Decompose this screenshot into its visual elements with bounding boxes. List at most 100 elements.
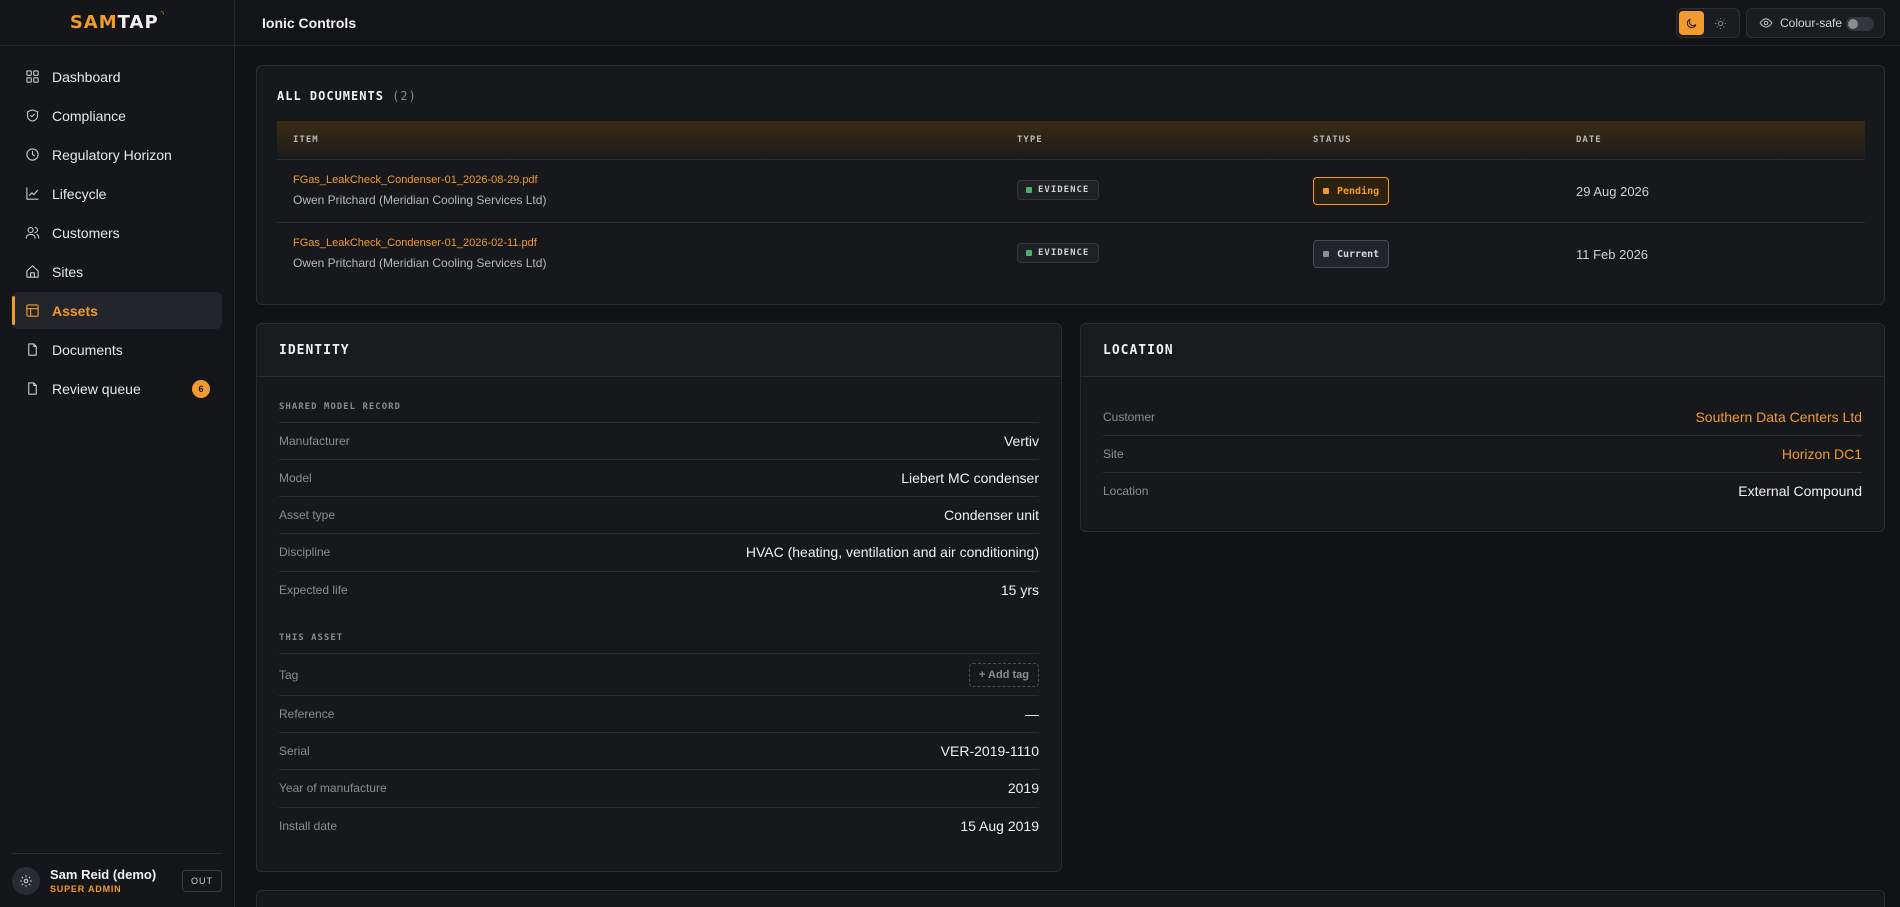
sidebar-item-label: Sites (52, 263, 84, 280)
sidebar-item-lifecycle[interactable]: Lifecycle (12, 175, 222, 212)
colour-safe-toggle[interactable]: Colour-safe (1746, 8, 1885, 38)
document-file-link[interactable]: FGas_LeakCheck_Condenser-01_2026-08-29.p… (293, 174, 538, 186)
layout-icon (26, 304, 39, 317)
location-row: Location External Compound (1103, 472, 1862, 509)
user-role: SUPER ADMIN (50, 884, 122, 894)
table-row[interactable]: FGas_LeakCheck_Condenser-01_2026-02-11.p… (277, 223, 1865, 286)
signal-icon: ◝ (160, 9, 165, 19)
site-row: Site Horizon DC1 (1103, 435, 1862, 472)
type-dot (1026, 187, 1032, 193)
next-card (256, 890, 1885, 907)
column-header-date[interactable]: DATE (1576, 135, 1602, 145)
sidebar-item-label: Documents (52, 341, 123, 358)
document-uploader: Owen Pritchard (Meridian Cooling Service… (293, 193, 547, 207)
manufacturer-row: Manufacturer Vertiv (279, 422, 1039, 459)
page-title: Ionic Controls (262, 14, 357, 31)
trend-icon (26, 187, 39, 200)
theme-toggle (1676, 8, 1740, 38)
year-row: Year of manufacture 2019 (279, 769, 1039, 806)
colour-safe-switch[interactable] (1846, 17, 1874, 31)
moon-icon (1686, 18, 1697, 28)
sidebar-item-label: Lifecycle (52, 185, 107, 202)
type-badge: EVIDENCE (1017, 243, 1100, 263)
sun-icon (1715, 17, 1726, 29)
home-icon (26, 265, 39, 278)
type-dot (1026, 250, 1032, 256)
identity-header: IDENTITY (257, 324, 1061, 377)
asset-type-row: Asset type Condenser unit (279, 496, 1039, 533)
sidebar-item-documents[interactable]: Documents (12, 331, 222, 368)
eye-icon (1759, 18, 1773, 28)
sidebar-item-label: Compliance (52, 107, 126, 124)
serial-row: Serial VER-2019-1110 (279, 732, 1039, 769)
light-mode-button[interactable] (1708, 11, 1733, 35)
sidebar-item-review-queue[interactable]: Review queue 6 (12, 370, 222, 407)
sidebar-item-assets[interactable]: Assets (12, 292, 222, 329)
status-badge: Pending (1313, 177, 1390, 205)
model-row: Model Liebert MC condenser (279, 459, 1039, 496)
document-uploader: Owen Pritchard (Meridian Cooling Service… (293, 256, 547, 270)
status-badge: Current (1313, 240, 1390, 268)
user-name: Sam Reid (demo) (50, 867, 157, 882)
document-file-link[interactable]: FGas_LeakCheck_Condenser-01_2026-02-11.p… (293, 237, 537, 249)
grid-icon (26, 70, 39, 83)
column-header-item[interactable]: ITEM (293, 135, 319, 145)
sidebar-item-label: Assets (52, 302, 98, 319)
sidebar: SAMTAP ◝ Dashboard Compliance Regulatory… (0, 0, 235, 907)
sidebar-item-customers[interactable]: Customers (12, 214, 222, 251)
document-date: 11 Feb 2026 (1576, 247, 1649, 262)
customer-row: Customer Southern Data Centers Ltd (1103, 408, 1862, 425)
status-dot (1323, 188, 1329, 194)
sidebar-item-dashboard[interactable]: Dashboard (12, 58, 222, 95)
sidebar-item-label: Review queue (52, 380, 141, 397)
document-icon (28, 343, 37, 356)
document-date: 29 Aug 2026 (1576, 184, 1650, 199)
column-header-status[interactable]: STATUS (1313, 135, 1352, 145)
sidebar-item-label: Dashboard (52, 68, 121, 85)
user-panel: Sam Reid (demo) SUPER ADMIN OUT (12, 853, 222, 897)
logout-button[interactable]: OUT (182, 869, 222, 892)
table-header: ITEM TYPE STATUS DATE (277, 121, 1865, 160)
clock-icon (26, 148, 39, 161)
install-date-row: Install date 15 Aug 2019 (279, 807, 1039, 844)
shared-model-label: SHARED MODEL RECORD (279, 402, 401, 412)
type-badge: EVIDENCE (1017, 180, 1100, 200)
logo[interactable]: SAMTAP ◝ (0, 0, 234, 46)
site-link[interactable]: Horizon DC1 (1782, 446, 1862, 462)
location-title: LOCATION (1103, 342, 1174, 358)
location-card: LOCATION Customer Southern Data Centers L… (1080, 323, 1885, 532)
documents-title: ALL DOCUMENTS (2) (277, 89, 417, 103)
sidebar-item-label: Customers (52, 224, 120, 241)
tag-row: Tag + Add tag (279, 653, 1039, 695)
sidebar-item-label: Regulatory Horizon (52, 146, 172, 163)
sidebar-item-compliance[interactable]: Compliance (12, 97, 222, 134)
identity-title: IDENTITY (279, 342, 350, 358)
settings-button[interactable] (12, 866, 40, 895)
documents-table: ITEM TYPE STATUS DATE FGas_LeakCheck_Con… (277, 121, 1865, 286)
dark-mode-button[interactable] (1679, 11, 1704, 35)
add-tag-button[interactable]: + Add tag (968, 662, 1039, 687)
sidebar-item-regulatory-horizon[interactable]: Regulatory Horizon (12, 136, 222, 173)
document-icon (28, 382, 37, 395)
column-header-type[interactable]: TYPE (1017, 135, 1043, 145)
gear-icon (20, 874, 32, 887)
identity-card: IDENTITY SHARED MODEL RECORD Manufacture… (256, 323, 1062, 872)
sidebar-nav: Dashboard Compliance Regulatory Horizon … (0, 46, 234, 407)
location-header: LOCATION (1081, 324, 1884, 377)
expected-life-row: Expected life 15 yrs (279, 571, 1039, 608)
discipline-row: Discipline HVAC (heating, ventilation and… (279, 533, 1039, 570)
review-count-badge: 6 (192, 380, 210, 398)
status-dot (1323, 251, 1329, 257)
documents-count: (2) (392, 89, 417, 103)
topbar: Ionic Controls Colour-safe (235, 0, 1900, 46)
shield-icon (26, 109, 39, 122)
users-icon (25, 226, 40, 239)
user-info: Sam Reid (demo) SUPER ADMIN (50, 867, 156, 894)
reference-row: Reference — (279, 695, 1039, 732)
documents-card: ALL DOCUMENTS (2) ITEM TYPE STATUS DATE … (256, 65, 1885, 305)
table-row[interactable]: FGas_LeakCheck_Condenser-01_2026-08-29.p… (277, 160, 1865, 223)
sidebar-item-sites[interactable]: Sites (12, 253, 222, 290)
customer-link[interactable]: Southern Data Centers Ltd (1695, 409, 1862, 425)
logo-wordmark: SAMTAP (69, 12, 159, 33)
this-asset-label: THIS ASSET (279, 633, 344, 643)
